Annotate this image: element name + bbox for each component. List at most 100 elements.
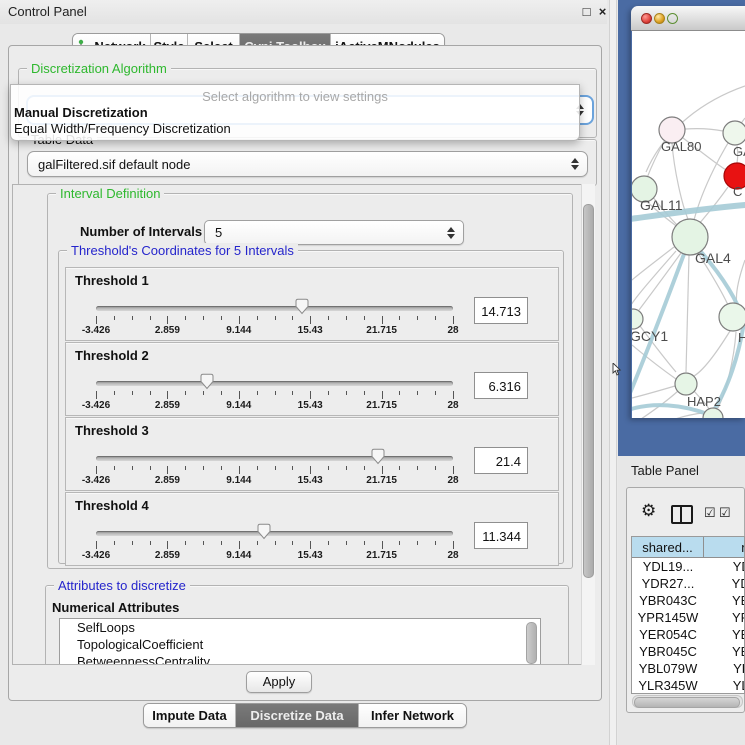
table-cell[interactable]: YBR0 <box>704 592 745 609</box>
threshold-slider-thumb[interactable] <box>294 298 310 315</box>
number-of-intervals-combobox[interactable]: 5 <box>204 220 464 245</box>
table-cell[interactable]: YBL0 <box>704 660 745 677</box>
checkbox-icon[interactable]: ☑ <box>719 505 731 521</box>
table-cell[interactable]: YDL19... <box>632 558 704 575</box>
threshold-value-field[interactable]: 11.344 <box>474 522 528 549</box>
tick-mark <box>96 391 97 399</box>
table-cell[interactable]: YDL1 <box>704 558 745 575</box>
network-view-window[interactable]: GAL80GACGAL11GAL4GCY1HHAP2 <box>631 6 745 418</box>
tick-mark <box>453 391 454 399</box>
threshold-label: Threshold 1 <box>75 273 149 288</box>
table-row[interactable]: YER054CYER0 <box>632 626 744 643</box>
zoom-traffic-light[interactable] <box>667 13 678 24</box>
network-node[interactable] <box>632 309 643 329</box>
list-item[interactable]: BetweennessCentrality <box>60 653 540 665</box>
tick-label: -3.426 <box>82 400 110 411</box>
table-cell[interactable]: YLR345W <box>632 677 704 694</box>
network-node[interactable] <box>719 303 745 331</box>
threshold-slider-track[interactable] <box>96 531 453 536</box>
gear-icon[interactable]: ⚙ <box>641 501 656 521</box>
threshold-panel: Threshold 3-3.4262.8599.14415.4321.71528… <box>65 417 559 491</box>
tick-mark <box>292 391 293 395</box>
dropdown-option-manual-discretization[interactable]: Manual Discretization <box>14 105 148 120</box>
threshold-slider-track[interactable] <box>96 306 453 311</box>
table-cell[interactable]: YBR043C <box>632 592 704 609</box>
tick-label: 9.144 <box>226 550 251 561</box>
tick-label: 15.43 <box>298 475 323 486</box>
close-traffic-light[interactable] <box>641 13 652 24</box>
float-window-icon[interactable]: □ <box>579 4 594 19</box>
table-row[interactable]: YDR27...YDR2 <box>632 575 744 592</box>
list-item[interactable]: TopologicalCoefficient <box>60 636 540 653</box>
threshold-slider-track[interactable] <box>96 456 453 461</box>
table-cell[interactable]: YER0 <box>704 626 745 643</box>
threshold-value-field[interactable]: 14.713 <box>474 297 528 324</box>
tick-mark <box>417 316 418 320</box>
threshold-slider-track[interactable] <box>96 381 453 386</box>
table-cell[interactable]: YPR145W <box>632 609 704 626</box>
table-cell[interactable]: YPR1 <box>704 609 745 626</box>
tick-mark <box>417 466 418 470</box>
network-canvas[interactable]: GAL80GACGAL11GAL4GCY1HHAP2 <box>632 31 745 418</box>
network-node[interactable] <box>723 121 745 145</box>
tick-mark <box>399 541 400 545</box>
tick-mark <box>221 316 222 320</box>
tick-label: 2.859 <box>155 475 180 486</box>
list-item[interactable]: SelfLoops <box>60 619 540 636</box>
tick-mark <box>435 466 436 470</box>
minimize-traffic-light[interactable] <box>654 13 665 24</box>
checkbox-icon[interactable]: ☑ <box>704 505 716 521</box>
threshold-slider-thumb[interactable] <box>199 373 215 390</box>
tick-mark <box>203 316 204 320</box>
table-row[interactable]: YPR145WYPR1 <box>632 609 744 626</box>
tick-mark <box>417 541 418 545</box>
tick-mark <box>203 541 204 545</box>
tick-mark <box>185 391 186 395</box>
table-cell[interactable]: YER054C <box>632 626 704 643</box>
control-panel-titlebar: Control Panel □ × <box>0 0 607 24</box>
column-header-name[interactable]: na <box>704 537 745 558</box>
horizontal-scrollbar-thumb[interactable] <box>634 697 740 708</box>
network-node[interactable] <box>675 373 697 395</box>
threshold-value-field[interactable]: 21.4 <box>474 447 528 474</box>
close-icon[interactable]: × <box>595 4 610 19</box>
table-cell[interactable]: YDR2 <box>704 575 745 592</box>
threshold-slider-thumb[interactable] <box>256 523 272 540</box>
tick-mark <box>310 541 311 549</box>
table-cell[interactable]: YBR045C <box>632 643 704 660</box>
column-header-shared-name[interactable]: shared... <box>632 537 704 558</box>
dropdown-option-equal-width-frequency[interactable]: Equal Width/Frequency Discretization <box>14 121 231 136</box>
numerical-attributes-list: SelfLoopsTopologicalCoefficientBetweenne… <box>59 618 541 665</box>
table-row[interactable]: YBR043CYBR0 <box>632 592 744 609</box>
table-row[interactable]: YLR345WYLR3 <box>632 677 744 694</box>
tick-mark <box>96 541 97 549</box>
table-data-combobox[interactable]: galFiltered.sif default node <box>27 151 588 177</box>
tick-mark <box>150 391 151 395</box>
table-cell[interactable]: YBR0 <box>704 643 745 660</box>
node-attribute-table: shared... na YDL19...YDL1YDR27...YDR2YBR… <box>631 536 745 694</box>
tick-mark <box>150 316 151 320</box>
threshold-value-field[interactable]: 6.316 <box>474 372 528 399</box>
tick-mark <box>292 466 293 470</box>
application-root: Control Panel □ × Network Style Select C… <box>0 0 745 745</box>
tick-label: 28 <box>447 325 458 336</box>
tab-infer-network[interactable]: Infer Network <box>359 704 466 727</box>
table-cell[interactable]: YLR3 <box>704 677 745 694</box>
tick-mark <box>346 541 347 545</box>
table-row[interactable]: YDL19...YDL1 <box>632 558 744 575</box>
tick-mark <box>292 541 293 545</box>
table-row[interactable]: YBL079WYBL0 <box>632 660 744 677</box>
table-cell[interactable]: YDR27... <box>632 575 704 592</box>
scrollbar-thumb[interactable] <box>583 204 594 578</box>
threshold-slider-thumb[interactable] <box>370 448 386 465</box>
list-scrollbar[interactable] <box>526 622 537 664</box>
table-cell[interactable]: YBL079W <box>632 660 704 677</box>
tab-discretize-data[interactable]: Discretize Data <box>236 704 359 727</box>
tab-impute-data[interactable]: Impute Data <box>144 704 236 727</box>
network-node[interactable] <box>703 408 723 418</box>
column-layout-icon[interactable] <box>671 505 693 524</box>
network-window-titlebar[interactable] <box>631 6 745 31</box>
apply-button[interactable]: Apply <box>246 671 312 693</box>
table-row[interactable]: YBR045CYBR0 <box>632 643 744 660</box>
number-of-intervals-label: Number of Intervals <box>80 224 202 239</box>
